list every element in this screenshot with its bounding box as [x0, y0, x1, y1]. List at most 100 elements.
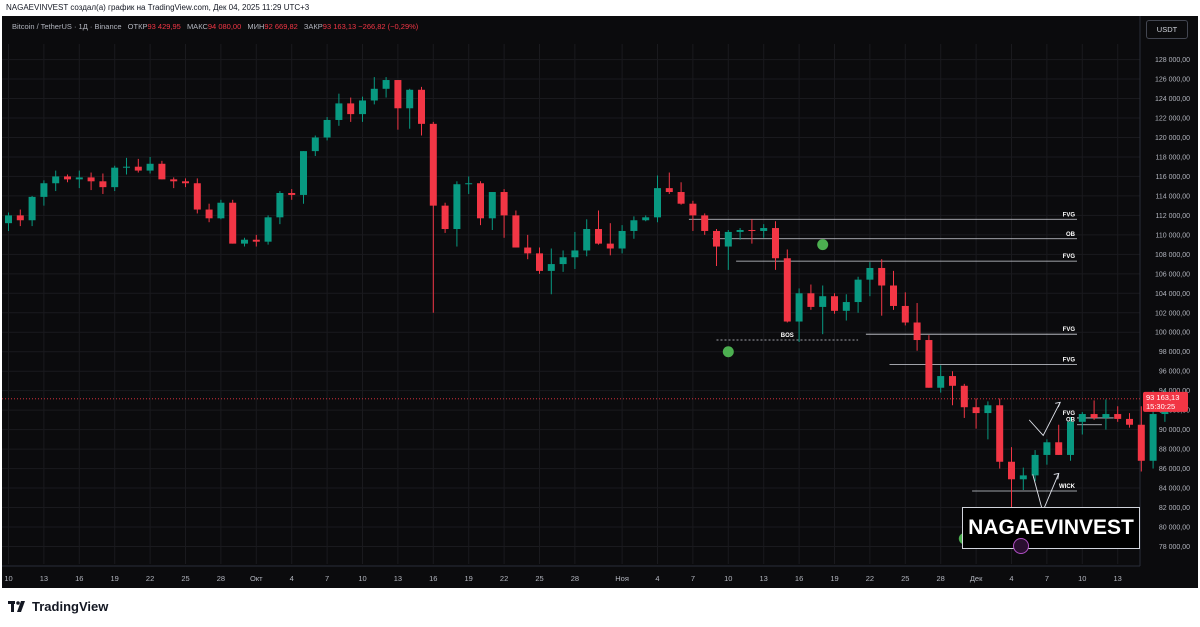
candle-body: [559, 257, 567, 265]
candle-body: [819, 296, 827, 307]
close-label: ЗАКР: [303, 22, 323, 31]
candle-body: [170, 179, 178, 182]
currency-button[interactable]: USDT: [1146, 20, 1188, 39]
level-label: FVG: [1063, 411, 1076, 417]
high-value: 94 080,00: [207, 22, 242, 31]
time-tick-label: 4: [1009, 574, 1013, 583]
candle-body: [1067, 421, 1074, 455]
price-tick-label: 126 000,00: [1155, 77, 1190, 84]
candle-body: [441, 205, 449, 230]
chart-area[interactable]: 78 000,00 80 000,00 82 000,00 84 000,00 86 0…: [2, 16, 1198, 588]
price-tick-label: 104 000,00: [1155, 291, 1190, 298]
candle-body: [429, 123, 437, 206]
time-tick-label: 16: [429, 574, 437, 583]
candle-body: [701, 215, 709, 231]
price-tick-label: 106 000,00: [1155, 271, 1190, 278]
candle-body: [64, 176, 71, 180]
candle-body: [158, 163, 166, 180]
price-tick-label: 118 000,00: [1155, 154, 1190, 161]
time-tick-label: 25: [181, 574, 189, 583]
candle-body: [311, 137, 319, 152]
low-value: 92 669,82: [264, 22, 298, 31]
candle-body: [736, 229, 744, 232]
candle-body: [689, 203, 697, 216]
candle: [217, 199, 225, 220]
candle-body: [642, 217, 650, 221]
level-label: OB: [1066, 232, 1076, 238]
candle-body: [382, 80, 390, 89]
price-tick-label: 86 000,00: [1159, 466, 1190, 473]
candle-body: [1055, 442, 1063, 455]
candle-body: [323, 119, 331, 138]
candle: [512, 210, 520, 248]
candle-body: [217, 202, 225, 219]
time-tick-label: 13: [394, 574, 402, 583]
price-tick-label: 78 000,00: [1159, 544, 1190, 551]
time-tick-label: 10: [358, 574, 366, 583]
time-tick-label: 7: [691, 574, 695, 583]
time-tick-label: Дек: [970, 574, 983, 583]
candle: [1067, 416, 1074, 461]
candle-body: [760, 228, 768, 231]
price-tick-label: 82 000,00: [1159, 505, 1190, 512]
candle-body: [264, 217, 272, 242]
price-tick-label: 80 000,00: [1159, 524, 1190, 531]
candle-body: [571, 250, 579, 258]
time-tick-label: 13: [1114, 574, 1122, 583]
time-tick-label: 4: [290, 574, 294, 583]
candle-body: [606, 243, 614, 249]
candle: [996, 398, 1004, 469]
time-tick-label: 7: [1045, 574, 1049, 583]
candle-body: [1078, 414, 1086, 422]
candle-body: [500, 192, 508, 216]
candle-body: [901, 305, 909, 323]
price-tick-label: 96 000,00: [1159, 369, 1190, 376]
price-tick-label: 116 000,00: [1155, 174, 1190, 181]
candle-body: [854, 279, 862, 303]
candle-body: [1102, 414, 1110, 418]
candle-body: [960, 385, 968, 408]
candle-body: [1126, 418, 1133, 425]
candle-body: [1114, 414, 1122, 419]
author-watermark: NAGAEVINVEST: [962, 507, 1140, 549]
price-tick-label: 114 000,00: [1155, 193, 1190, 200]
candle-body: [182, 181, 189, 184]
candle-body: [724, 231, 732, 247]
time-tick-label: 22: [866, 574, 874, 583]
candle-body: [241, 239, 248, 244]
current-price-label: 93 163,13: [1146, 393, 1179, 402]
lightning-badge-icon: [1013, 538, 1029, 554]
price-tick-label: 110 000,00: [1155, 232, 1190, 239]
time-tick-label: 4: [655, 574, 659, 583]
time-tick-label: 13: [40, 574, 48, 583]
time-tick-label: 28: [571, 574, 579, 583]
candle-body: [276, 192, 284, 218]
level-label: WICK: [1059, 484, 1076, 490]
footer: TradingView: [0, 588, 1200, 627]
candle-body: [5, 215, 12, 224]
candle: [783, 249, 791, 323]
candle-body: [795, 293, 803, 322]
candle-body: [1019, 475, 1027, 480]
tradingview-logo[interactable]: TradingView: [8, 599, 108, 614]
candle-body: [418, 89, 425, 124]
candle-body: [807, 293, 815, 307]
candle-body: [713, 230, 720, 247]
bos-label: BOS: [781, 333, 794, 339]
candle-body: [134, 166, 142, 171]
time-tick-label: 10: [724, 574, 732, 583]
candle-body: [512, 215, 520, 248]
price-tick-label: 112 000,00: [1155, 213, 1190, 220]
candle-body: [28, 196, 36, 221]
candle-body: [984, 405, 992, 414]
chart-caption: NAGAEVINVEST создал(а) график на Trading…: [6, 3, 310, 12]
candle: [229, 199, 237, 244]
candle-body: [229, 202, 237, 244]
candle-body: [359, 100, 366, 115]
price-tick-label: 84 000,00: [1159, 486, 1190, 493]
candlestick-chart[interactable]: 78 000,00 80 000,00 82 000,00 84 000,00 86 0…: [2, 16, 1198, 588]
candle-body: [925, 340, 933, 388]
time-tick-label: 22: [146, 574, 154, 583]
candle-body: [406, 89, 414, 109]
candle-body: [16, 215, 24, 221]
